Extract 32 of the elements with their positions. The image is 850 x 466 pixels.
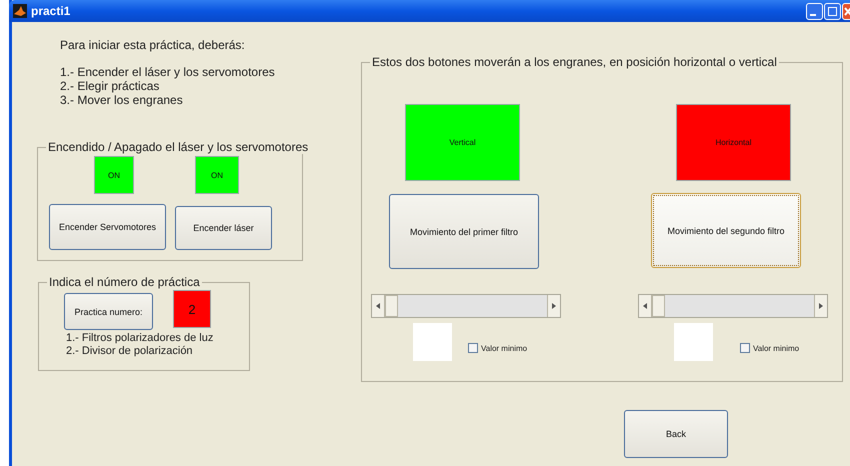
window-title: practi1 — [31, 4, 70, 18]
panel-title: Encendido / Apagado el láser y los servomotores — [46, 140, 310, 154]
value-field[interactable] — [413, 323, 452, 361]
practice-option: 2.- Divisor de polarización — [66, 344, 193, 358]
push-button[interactable]: Encender Servomotores — [49, 204, 166, 250]
minimize-icon — [810, 14, 816, 16]
checkbox[interactable] — [740, 343, 750, 353]
push-button[interactable]: Movimiento del segundo filtro — [651, 193, 801, 268]
back-button[interactable]: Back — [624, 410, 728, 458]
maximize-button[interactable] — [824, 3, 841, 20]
indicator-panel: ON — [94, 156, 134, 194]
panel-title: Estos dos botones moverán a los engranes, en posición horizontal o vertical — [370, 55, 779, 69]
maximize-icon — [825, 4, 840, 19]
minimize-button[interactable] — [806, 3, 823, 20]
indicator-panel: Horizontal — [676, 104, 791, 181]
value-field[interactable] — [674, 323, 713, 361]
instruction-step: 3.- Mover los engranes — [60, 93, 183, 107]
indicator-panel: ON — [195, 156, 239, 194]
push-button[interactable]: Practica numero: — [64, 293, 153, 330]
instruction-step: 1.- Encender el láser y los servomotores — [60, 65, 275, 79]
push-button[interactable]: Movimiento del primer filtro — [389, 194, 539, 269]
panel-title: Indica el número de práctica — [47, 275, 202, 289]
checkbox[interactable] — [468, 343, 478, 353]
indicator-panel: Vertical — [405, 104, 520, 181]
app-icon — [13, 4, 27, 18]
checkbox-label: Valor minimo — [753, 344, 800, 352]
push-button[interactable]: Encender láser — [175, 206, 272, 250]
indicator-panel: 2 — [173, 290, 211, 328]
practice-option: 1.- Filtros polarizadores de luz — [66, 331, 214, 345]
instruction-step: 2.- Elegir prácticas — [60, 79, 160, 93]
instructions-heading: Para iniciar esta práctica, deberás: — [60, 38, 245, 52]
checkbox-label: Valor minimo — [481, 344, 528, 352]
